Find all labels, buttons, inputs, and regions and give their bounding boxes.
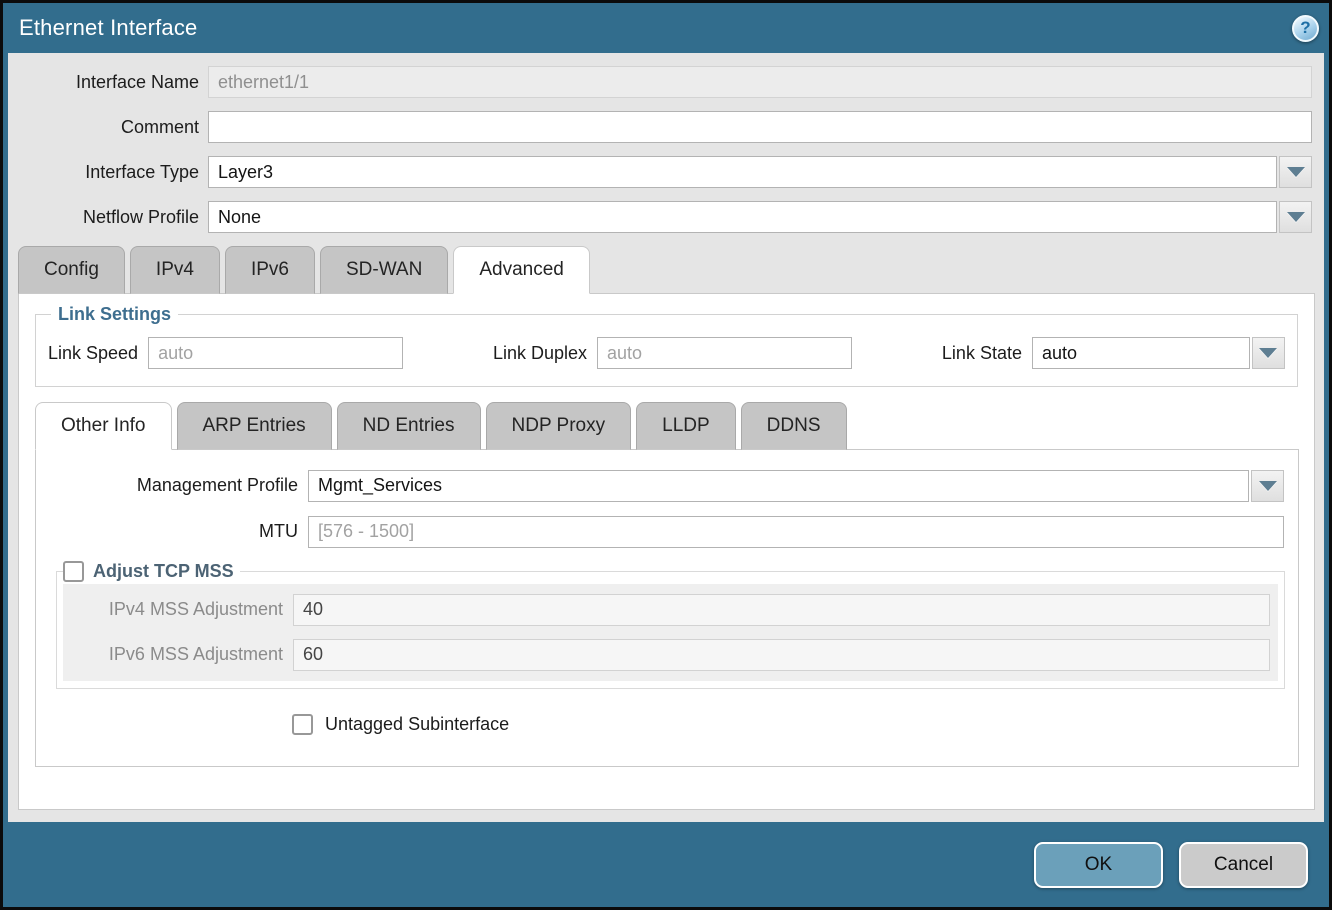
ok-button[interactable]: OK — [1034, 842, 1163, 888]
netflow-profile-dropdown-button[interactable] — [1279, 201, 1312, 233]
link-state-dropdown-button[interactable] — [1252, 337, 1285, 369]
ethernet-interface-dialog: Ethernet Interface ? Interface Name Comm… — [0, 0, 1332, 910]
netflow-profile-value: None — [208, 201, 1277, 233]
interface-type-value: Layer3 — [208, 156, 1277, 188]
netflow-profile-label: Netflow Profile — [8, 207, 208, 228]
untagged-subinterface-checkbox[interactable] — [292, 714, 313, 735]
link-state-group: Link State auto — [942, 337, 1285, 369]
adjust-tcp-mss-fieldset: Adjust TCP MSS IPv4 MSS Adjustment IPv6 … — [56, 561, 1285, 689]
comment-field-wrap — [208, 111, 1312, 143]
ipv6-mss-field-wrap — [293, 639, 1270, 671]
management-profile-row: Management Profile Mgmt_Services — [36, 469, 1284, 502]
ipv6-mss-row: IPv6 MSS Adjustment — [63, 638, 1270, 671]
management-profile-value: Mgmt_Services — [308, 470, 1249, 502]
netflow-profile-row: Netflow Profile None — [8, 201, 1312, 233]
tab-ipv4[interactable]: IPv4 — [130, 246, 220, 294]
interface-name-row: Interface Name — [8, 66, 1312, 98]
untagged-subinterface-row: Untagged Subinterface — [292, 714, 1298, 735]
help-icon-glyph: ? — [1300, 18, 1310, 38]
management-profile-dropdown-button[interactable] — [1251, 470, 1284, 502]
comment-row: Comment — [8, 111, 1312, 143]
dialog-footer: OK Cancel — [3, 822, 1329, 907]
ipv4-mss-row: IPv4 MSS Adjustment — [63, 593, 1270, 626]
management-profile-label: Management Profile — [36, 475, 308, 496]
dialog-title: Ethernet Interface — [19, 15, 197, 41]
caret-down-icon — [1287, 167, 1305, 177]
subtab-other-info[interactable]: Other Info — [35, 402, 172, 450]
link-speed-label: Link Speed — [48, 343, 148, 364]
link-speed-group: Link Speed — [48, 337, 403, 369]
sub-tab-strip: Other Info ARP Entries ND Entries NDP Pr… — [19, 402, 1314, 450]
adjust-tcp-mss-checkbox[interactable] — [63, 561, 84, 582]
dialog-frame: Ethernet Interface ? Interface Name Comm… — [3, 3, 1329, 907]
subtab-arp-entries[interactable]: ARP Entries — [177, 402, 332, 450]
subtab-nd-entries[interactable]: ND Entries — [337, 402, 481, 450]
adjust-tcp-mss-legend: Adjust TCP MSS — [63, 561, 240, 582]
ipv4-mss-label: IPv4 MSS Adjustment — [63, 599, 293, 620]
tab-advanced[interactable]: Advanced — [453, 246, 590, 294]
interface-name-label: Interface Name — [8, 72, 208, 93]
untagged-subinterface-label: Untagged Subinterface — [325, 714, 509, 735]
link-duplex-group: Link Duplex — [493, 337, 852, 369]
tab-sd-wan[interactable]: SD-WAN — [320, 246, 448, 294]
interface-name-input — [208, 66, 1312, 98]
link-duplex-input[interactable] — [597, 337, 852, 369]
tab-config[interactable]: Config — [18, 246, 125, 294]
interface-name-field-wrap — [208, 66, 1312, 98]
netflow-profile-dropdown[interactable]: None — [208, 201, 1312, 233]
interface-type-label: Interface Type — [8, 162, 208, 183]
subtab-ndp-proxy[interactable]: NDP Proxy — [486, 402, 632, 450]
adjust-tcp-mss-legend-text: Adjust TCP MSS — [93, 561, 234, 582]
link-state-label: Link State — [942, 343, 1032, 364]
ipv4-mss-input — [293, 594, 1270, 626]
advanced-tab-panel: Link Settings Link Speed Link Duplex Lin… — [18, 293, 1315, 810]
interface-type-row: Interface Type Layer3 — [8, 156, 1312, 188]
comment-input[interactable] — [208, 111, 1312, 143]
caret-down-icon — [1259, 348, 1277, 358]
interface-type-dropdown-button[interactable] — [1279, 156, 1312, 188]
other-info-panel: Management Profile Mgmt_Services MTU — [35, 449, 1299, 767]
mtu-field-wrap — [308, 516, 1284, 548]
management-profile-dropdown[interactable]: Mgmt_Services — [308, 470, 1284, 502]
caret-down-icon — [1287, 212, 1305, 222]
dialog-body: Interface Name Comment Interface Type La… — [8, 53, 1324, 822]
ipv4-mss-field-wrap — [293, 594, 1270, 626]
mtu-input[interactable] — [308, 516, 1284, 548]
interface-type-dropdown[interactable]: Layer3 — [208, 156, 1312, 188]
help-icon[interactable]: ? — [1292, 15, 1319, 42]
subtab-ddns[interactable]: DDNS — [741, 402, 847, 450]
link-settings-legend: Link Settings — [51, 304, 178, 325]
cancel-button[interactable]: Cancel — [1179, 842, 1308, 888]
caret-down-icon — [1259, 481, 1277, 491]
link-state-value: auto — [1032, 337, 1250, 369]
tab-ipv6[interactable]: IPv6 — [225, 246, 315, 294]
subtab-lldp[interactable]: LLDP — [636, 402, 736, 450]
mtu-row: MTU — [36, 515, 1284, 548]
ipv6-mss-label: IPv6 MSS Adjustment — [63, 644, 293, 665]
link-state-dropdown[interactable]: auto — [1032, 337, 1285, 369]
ipv6-mss-input — [293, 639, 1270, 671]
title-bar: Ethernet Interface ? — [3, 3, 1329, 53]
mtu-label: MTU — [36, 521, 308, 542]
link-settings-fieldset: Link Settings Link Speed Link Duplex Lin… — [35, 304, 1298, 387]
comment-label: Comment — [8, 117, 208, 138]
mss-panel: IPv4 MSS Adjustment IPv6 MSS Adjustment — [63, 584, 1278, 681]
main-tab-strip: Config IPv4 IPv6 SD-WAN Advanced — [8, 246, 1324, 294]
link-settings-row: Link Speed Link Duplex Link State auto — [48, 337, 1285, 369]
link-speed-input[interactable] — [148, 337, 403, 369]
link-duplex-label: Link Duplex — [493, 343, 597, 364]
